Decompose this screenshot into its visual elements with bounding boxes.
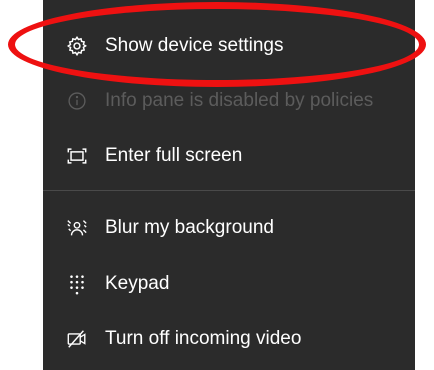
show-device-settings-item[interactable]: Show device settings <box>43 20 415 72</box>
menu-item-label: Turn off incoming video <box>105 328 302 349</box>
video-off-icon <box>65 327 89 351</box>
info-pane-item: Info pane is disabled by policies <box>43 75 415 127</box>
blur-background-item[interactable]: Blur my background <box>43 202 415 254</box>
turn-off-incoming-video-item[interactable]: Turn off incoming video <box>43 313 415 365</box>
menu-item-label: Show device settings <box>105 35 284 56</box>
menu-item-label: Info pane is disabled by policies <box>105 90 374 111</box>
menu-divider <box>43 190 415 191</box>
context-menu: Show device settings Info pane is disabl… <box>43 0 415 370</box>
menu-item-label: Blur my background <box>105 217 274 238</box>
keypad-icon <box>65 272 89 296</box>
enter-full-screen-item[interactable]: Enter full screen <box>43 130 415 182</box>
keypad-item[interactable]: Keypad <box>43 258 415 310</box>
menu-item-label: Enter full screen <box>105 145 243 166</box>
fullscreen-icon <box>65 144 89 168</box>
info-icon <box>65 89 89 113</box>
blur-background-icon <box>65 216 89 240</box>
menu-item-label: Keypad <box>105 273 170 294</box>
gear-icon <box>65 34 89 58</box>
